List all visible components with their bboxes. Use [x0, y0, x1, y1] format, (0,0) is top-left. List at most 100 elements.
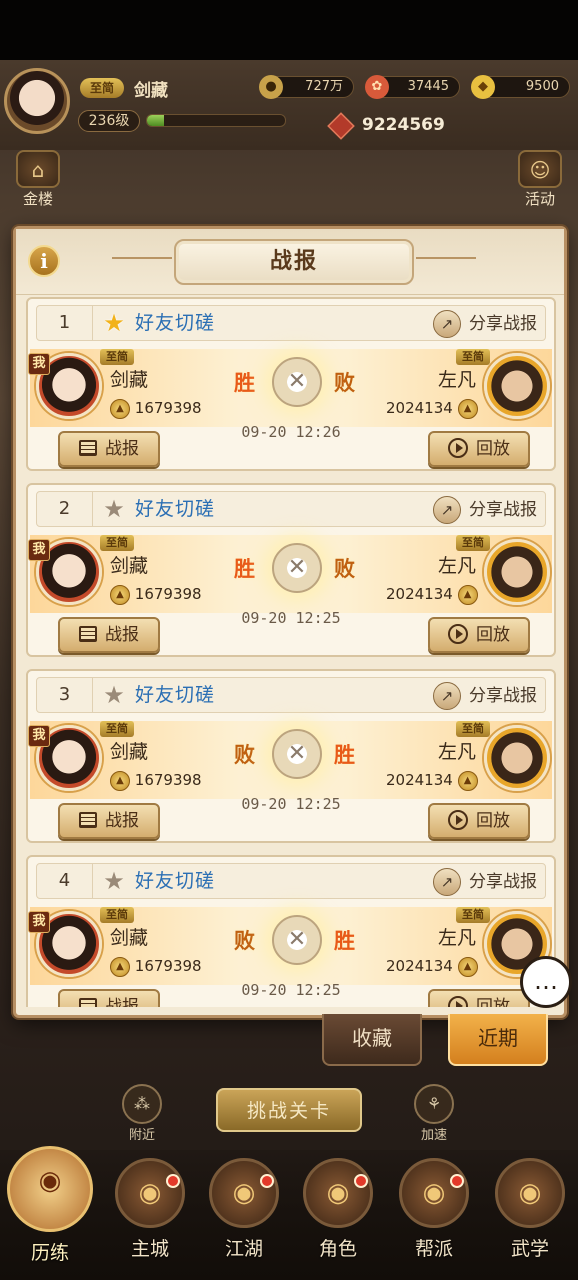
opponent-rank-badge: 至简 — [456, 907, 490, 923]
nav-item[interactable]: ◉ 江湖 — [198, 1150, 290, 1270]
opponent-rank-badge: 至简 — [456, 721, 490, 737]
report-icon — [79, 626, 97, 642]
city-icon: ◉ — [115, 1158, 185, 1228]
share-report-button[interactable]: ↗ 分享战报 — [433, 496, 537, 524]
golden-tower-button[interactable]: ⌂ 金楼 — [14, 150, 62, 208]
report-card: 2 ★ 好友切磋 ↗ 分享战报 我 至简 剑藏 ▲ 1679398 胜 ✕ 败 … — [26, 483, 556, 657]
opponent-power: 2024134 ▲ — [386, 769, 478, 791]
tab-favorites[interactable]: 收藏 — [322, 1014, 422, 1066]
me-tag: 我 — [28, 725, 50, 747]
report-card: 4 ★ 好友切磋 ↗ 分享战报 我 至简 剑藏 ▲ 1679398 败 ✕ 胜 … — [26, 855, 556, 1007]
nav-label: 主城 — [130, 1238, 169, 1260]
events-button[interactable]: ☺ 活动 — [516, 150, 564, 208]
favorite-star-icon[interactable]: ★ — [101, 682, 127, 708]
nav-label: 角色 — [318, 1238, 357, 1260]
nav-item[interactable]: ◉ 武学 — [484, 1150, 576, 1270]
opponent-avatar[interactable] — [484, 725, 550, 791]
power-coin-icon: ▲ — [457, 956, 478, 977]
chat-icon: … — [534, 967, 558, 995]
share-icon: ↗ — [433, 682, 461, 710]
report-category: 好友切磋 — [135, 870, 216, 892]
gold-ingot-icon: ◆ — [471, 75, 495, 99]
replay-label: 回放 — [476, 997, 510, 1007]
player-level: 236级 — [78, 110, 140, 132]
power-coin-icon: ▲ — [110, 956, 130, 977]
battle-report-dialog: i 战报 1 ★ 好友切磋 ↗ 分享战报 我 至简 剑藏 ▲ 1679398 胜… — [13, 226, 567, 1018]
golden-tower-label: 金楼 — [22, 190, 53, 208]
view-report-button[interactable]: 战报 — [58, 803, 160, 839]
my-rank-badge: 至简 — [100, 907, 134, 923]
my-power-value: 1679398 — [134, 399, 202, 417]
opponent-power-value: 2024134 — [386, 957, 453, 975]
crossed-swords-icon: ✕ — [272, 543, 322, 593]
report-header: 4 ★ 好友切磋 ↗ 分享战报 — [36, 863, 546, 899]
share-report-button[interactable]: ↗ 分享战报 — [433, 682, 537, 710]
dialog-header: i 战报 — [16, 229, 564, 295]
favorite-star-icon[interactable]: ★ — [101, 868, 127, 894]
chat-bubble-button[interactable]: … — [520, 956, 572, 1008]
share-report-button[interactable]: ↗ 分享战报 — [433, 868, 537, 896]
challenge-stage-button[interactable]: 挑战关卡 — [216, 1088, 362, 1132]
crossed-swords-icon: ✕ — [272, 729, 322, 779]
jade-counter[interactable]: ✿ 37445 — [365, 75, 460, 99]
view-report-label: 战报 — [105, 439, 139, 459]
my-name: 剑藏 — [110, 369, 149, 391]
nav-label: 江湖 — [224, 1238, 263, 1260]
replay-button[interactable]: 回放 — [428, 431, 530, 467]
tab-recent[interactable]: 近期 — [448, 1014, 548, 1066]
opponent-result: 胜 — [334, 928, 355, 953]
people-icon: ⁂ — [122, 1084, 162, 1124]
my-rank-badge: 至简 — [100, 721, 134, 737]
my-power-value: 1679398 — [134, 957, 202, 975]
opponent-power-value: 2024134 — [386, 771, 453, 789]
nav-item[interactable]: ◉ 帮派 — [388, 1150, 480, 1270]
favorite-star-icon[interactable]: ★ — [101, 496, 127, 522]
view-report-button[interactable]: 战报 — [58, 617, 160, 653]
nav-item[interactable]: ◉ 主城 — [104, 1150, 196, 1270]
my-power: ▲ 1679398 — [110, 769, 202, 791]
report-index: 3 — [37, 678, 93, 712]
view-report-button[interactable]: 战报 — [58, 431, 160, 467]
replay-button[interactable]: 回放 — [428, 803, 530, 839]
share-report-label: 分享战报 — [469, 686, 537, 706]
share-report-button[interactable]: ↗ 分享战报 — [433, 310, 537, 338]
report-card: 3 ★ 好友切磋 ↗ 分享战报 我 至简 剑藏 ▲ 1679398 败 ✕ 胜 … — [26, 669, 556, 843]
game-scene: 至简 剑藏 236级 ● 727万 ✿ 37445 ◆ 9500 9224569… — [0, 0, 578, 1280]
gold-counter[interactable]: ◆ 9500 — [471, 75, 570, 99]
replay-label: 回放 — [476, 625, 510, 645]
copper-value: 727万 — [305, 79, 343, 94]
player-avatar[interactable] — [4, 68, 70, 134]
info-button[interactable]: i — [28, 245, 60, 277]
player-rank-badge: 至简 — [80, 78, 124, 98]
replay-button[interactable]: 回放 — [428, 989, 530, 1007]
xp-bar — [146, 114, 286, 127]
nav-item[interactable]: ◉ 角色 — [292, 1150, 384, 1270]
nav-item[interactable]: ◉ 历练 — [4, 1146, 96, 1270]
opponent-avatar[interactable] — [484, 539, 550, 605]
view-report-button[interactable]: 战报 — [58, 989, 160, 1007]
report-index: 1 — [37, 306, 93, 340]
view-report-label: 战报 — [105, 997, 139, 1007]
replay-button[interactable]: 回放 — [428, 617, 530, 653]
opponent-result: 败 — [334, 556, 355, 581]
nearby-button[interactable]: ⁂ 附近 — [114, 1084, 170, 1143]
my-result: 败 — [234, 742, 255, 767]
report-icon — [79, 812, 97, 828]
speed-up-button[interactable]: ⚘ 加速 — [406, 1084, 462, 1143]
report-list[interactable]: 1 ★ 好友切磋 ↗ 分享战报 我 至简 剑藏 ▲ 1679398 胜 ✕ 败 … — [26, 297, 556, 1007]
report-index: 2 — [37, 492, 93, 526]
opponent-avatar[interactable] — [484, 353, 550, 419]
opponent-name: 左凡 — [438, 555, 477, 577]
share-report-label: 分享战报 — [469, 314, 537, 334]
favorite-star-icon[interactable]: ★ — [101, 310, 127, 336]
power-coin-icon: ▲ — [457, 398, 478, 419]
my-result: 胜 — [234, 556, 255, 581]
my-result: 败 — [234, 928, 255, 953]
nearby-label: 附近 — [128, 1128, 155, 1143]
share-icon: ↗ — [433, 310, 461, 338]
my-name: 剑藏 — [110, 741, 149, 763]
title-ornament-left — [112, 257, 172, 259]
share-report-label: 分享战报 — [469, 500, 537, 520]
copper-counter[interactable]: ● 727万 — [259, 75, 354, 99]
report-category: 好友切磋 — [135, 684, 216, 706]
